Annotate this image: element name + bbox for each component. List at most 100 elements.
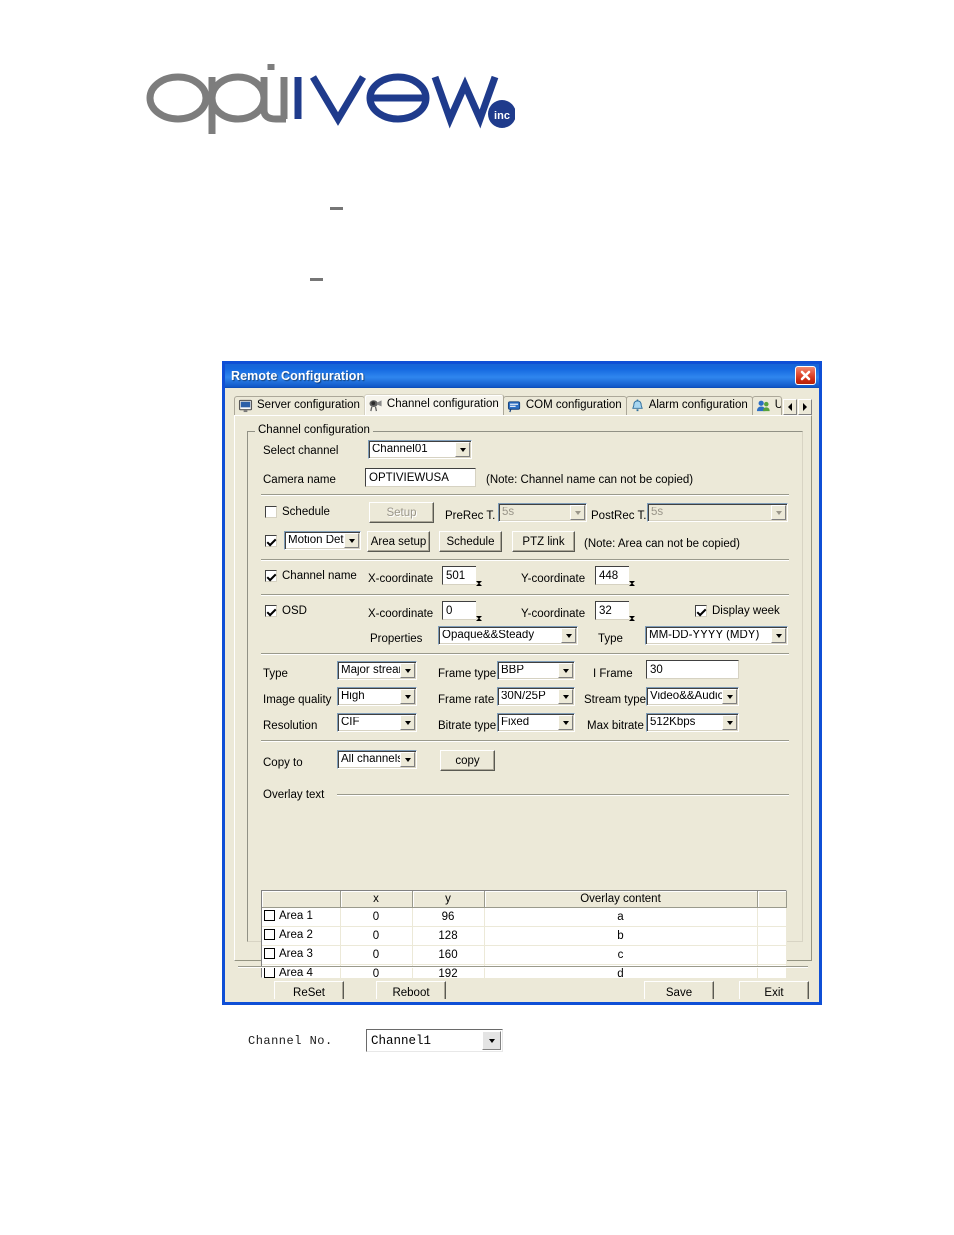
properties-combo[interactable]: Opaque&&Steady <box>438 626 578 645</box>
channel-x-spinner[interactable]: 501 <box>442 566 489 601</box>
chevron-down-icon[interactable] <box>558 715 573 730</box>
osd-y-spinner[interactable]: 32 <box>595 601 642 636</box>
tab-com-configuration[interactable]: COM configuration <box>502 396 627 415</box>
cell-overlay-content[interactable]: b <box>484 926 758 946</box>
osd-x-spinner[interactable]: 0 <box>442 601 489 636</box>
spinner-buttons[interactable] <box>476 566 489 601</box>
chevron-down-icon[interactable] <box>561 628 576 643</box>
overlay-text-table[interactable]: x y Overlay content Area 1 0 96 a Area 2 0 128… <box>261 890 787 999</box>
cell-area[interactable]: Area 3 <box>262 945 341 965</box>
tab-scroll-right-button[interactable] <box>798 399 812 415</box>
camera-icon <box>369 400 382 412</box>
bitrate-type-combo[interactable]: Fixed <box>497 713 575 732</box>
tab-label: Channel configuration <box>386 398 499 411</box>
chevron-down-icon[interactable] <box>344 533 359 548</box>
cell-x[interactable]: 0 <box>340 945 413 965</box>
osd-checkbox[interactable]: OSD <box>265 604 307 618</box>
cell-y[interactable]: 160 <box>412 945 485 965</box>
area-setup-button[interactable]: Area setup <box>367 531 430 552</box>
spinner-buttons[interactable] <box>629 566 642 601</box>
camera-name-input[interactable]: OPTIVIEWUSA <box>365 468 476 487</box>
postrec-combo[interactable]: 5s <box>647 503 788 522</box>
select-channel-combo[interactable]: Channel01 <box>368 440 472 459</box>
checkbox-box <box>695 605 707 617</box>
osd-type-combo[interactable]: MM-DD-YYYY (MDY) <box>645 626 788 645</box>
channel-name-checkbox[interactable]: Channel name <box>265 569 357 583</box>
chevron-down-icon[interactable] <box>771 628 786 643</box>
chevron-down-icon[interactable] <box>455 442 470 457</box>
ptz-link-button[interactable]: PTZ link <box>512 531 575 552</box>
area-checkbox[interactable]: Area 3 <box>264 948 313 960</box>
cell-area[interactable]: Area 1 <box>262 907 341 927</box>
chevron-down-icon[interactable] <box>400 689 415 704</box>
tab-server-configuration[interactable]: Server configuration <box>234 396 365 415</box>
motion-detection-checkbox[interactable] <box>265 535 277 547</box>
col-header-y[interactable]: y <box>412 891 485 908</box>
chevron-down-icon[interactable] <box>771 505 786 520</box>
prerec-combo[interactable]: 5s <box>498 503 587 522</box>
setup-button[interactable]: Setup <box>369 502 434 523</box>
table-row[interactable]: Area 2 0 128 b <box>262 926 787 946</box>
col-header-overlay-content[interactable]: Overlay content <box>484 891 758 908</box>
resolution-combo[interactable]: CIF <box>337 713 417 732</box>
chevron-down-icon[interactable] <box>400 663 415 678</box>
spinner-down-icon[interactable] <box>629 581 642 602</box>
tab-channel-configuration[interactable]: Channel configuration <box>363 394 504 415</box>
cell-overlay-content[interactable]: c <box>484 945 758 965</box>
image-quality-combo[interactable]: High <box>337 687 417 706</box>
dash-mark-2 <box>310 278 323 281</box>
spinner-down-icon[interactable] <box>629 616 642 637</box>
copy-to-combo[interactable]: All channels <box>337 750 417 769</box>
display-week-checkbox[interactable]: Display week <box>695 604 780 618</box>
copy-button[interactable]: copy <box>440 750 495 771</box>
motion-detection-combo[interactable]: Motion Det. <box>284 531 361 550</box>
schedule-checkbox[interactable]: Schedule <box>265 505 330 519</box>
stream-type-combo[interactable]: Video&&Audio <box>646 687 739 706</box>
bitrate-type-value: Fixed <box>501 716 530 728</box>
cell-area[interactable]: Area 2 <box>262 926 341 946</box>
table-row[interactable]: Area 3 0 160 c <box>262 945 787 965</box>
chevron-down-icon[interactable] <box>570 505 585 520</box>
exit-button[interactable]: Exit <box>739 981 809 999</box>
max-bitrate-combo[interactable]: 512Kbps <box>646 713 739 732</box>
chevron-down-icon[interactable] <box>722 689 737 704</box>
separator-overlay <box>337 794 789 796</box>
channel-no-label: Channel No. <box>248 1034 333 1048</box>
frame-type-combo[interactable]: BBP <box>497 661 575 680</box>
tab-scroll-left-button[interactable] <box>783 399 797 415</box>
tab-alarm-configuration[interactable]: Alarm configuration <box>625 396 753 415</box>
close-icon[interactable] <box>795 366 816 385</box>
reboot-button[interactable]: Reboot <box>376 981 446 999</box>
motion-schedule-button[interactable]: Schedule <box>439 531 502 552</box>
chevron-down-icon[interactable] <box>558 689 573 704</box>
spinner-down-icon[interactable] <box>476 581 489 602</box>
channel-no-combo[interactable]: Channel1 <box>366 1029 503 1052</box>
cell-x[interactable]: 0 <box>340 926 413 946</box>
chevron-down-icon[interactable] <box>558 663 573 678</box>
col-header-x[interactable]: x <box>340 891 413 908</box>
cell-y[interactable]: 96 <box>412 907 485 927</box>
channel-y-spinner[interactable]: 448 <box>595 566 642 601</box>
cell-overlay-content[interactable]: a <box>484 907 758 927</box>
cell-x[interactable]: 0 <box>340 907 413 927</box>
chevron-down-icon[interactable] <box>400 752 415 767</box>
spinner-buttons[interactable] <box>629 601 642 636</box>
save-button[interactable]: Save <box>644 981 714 999</box>
chevron-down-icon[interactable] <box>400 715 415 730</box>
iframe-input[interactable]: 30 <box>646 660 739 679</box>
col-header-spacer[interactable] <box>757 891 787 908</box>
cell-y[interactable]: 128 <box>412 926 485 946</box>
chevron-down-icon[interactable] <box>482 1031 501 1050</box>
reset-button[interactable]: ReSet <box>274 981 344 999</box>
col-header-area[interactable] <box>262 891 341 908</box>
chevron-down-icon[interactable] <box>722 715 737 730</box>
frame-rate-combo[interactable]: 30N/25P <box>497 687 575 706</box>
spinner-buttons[interactable] <box>476 601 489 636</box>
table-row[interactable]: Area 1 0 96 a <box>262 907 787 927</box>
area-checkbox[interactable]: Area 1 <box>264 910 313 922</box>
type-combo[interactable]: Major stream <box>337 661 417 680</box>
tab-user-configuration[interactable]: Use <box>751 396 782 415</box>
dialog-titlebar[interactable]: Remote Configuration <box>225 364 819 388</box>
area-label: Area 3 <box>279 947 313 960</box>
area-checkbox[interactable]: Area 2 <box>264 929 313 941</box>
